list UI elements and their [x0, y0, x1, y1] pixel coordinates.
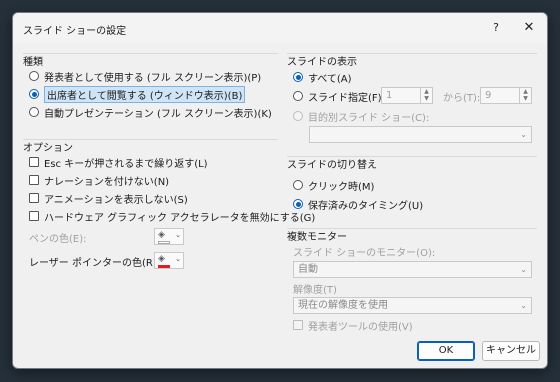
resolution-dropdown[interactable]: 現在の解像度を使用 ⌄ [293, 297, 532, 314]
monitor-value: 自動 [298, 264, 318, 275]
pen-color-swatch [158, 241, 170, 244]
chevron-down-icon: ⌄ [520, 265, 527, 274]
monitors-group: 複数モニター スライド ショーのモニター(O): 自動 ⌄ 解像度(T) 現在の… [287, 228, 537, 333]
type-presenter-label: 発表者として使用する (フル スクリーン表示)(P) [44, 72, 262, 84]
loop-checkbox[interactable] [29, 157, 39, 167]
from-slide-value: 1 [386, 90, 393, 101]
resolution-label: 解像度(T) [293, 284, 337, 296]
advance-slides-title: スライドの切り替え [287, 160, 377, 171]
options-group-title: オプション [23, 143, 73, 154]
monitor-label: スライド ショーのモニター(O): [293, 247, 436, 259]
option-no-narration[interactable]: ナレーションを付けない(N) [29, 172, 169, 188]
type-option-kiosk[interactable]: 自動プレゼンテーション (フル スクリーン表示)(K) [29, 104, 272, 120]
options-group: オプション Esc キーが押されるまで繰り返す(L) ナレーションを付けない(N… [23, 139, 315, 280]
chevron-down-icon: ⌄ [520, 130, 527, 139]
show-slides-group: スライドの表示 すべて(A) スライド指定(F): 1 ▲ ▼ から(T): 9 … [287, 53, 537, 149]
type-kiosk-radio[interactable] [29, 107, 39, 117]
type-group-title: 種類 [23, 57, 43, 68]
slide-show-settings-dialog: スライド ショーの設定 ? ✕ 種類 発表者として使用する (フル スクリーン表… [12, 12, 548, 369]
no-animation-checkbox[interactable] [29, 193, 39, 203]
monitors-title: 複数モニター [287, 232, 347, 243]
laser-color-button[interactable]: ◈ ⌄ [154, 252, 184, 269]
disable-hw-accel-label: ハードウェア グラフィック アクセラレータを無効にする(G) [44, 212, 316, 224]
custom-show-label: 目的別スライド ショー(C): [308, 112, 430, 124]
resolution-label-row: 解像度(T) [293, 280, 337, 296]
custom-show-option[interactable]: 目的別スライド ショー(C): [293, 108, 429, 124]
from-slide-spinner[interactable]: 1 ▲ ▼ [381, 87, 433, 104]
laser-color-label: レーザー ポインターの色(R): [29, 257, 161, 269]
title-bar: スライド ショーの設定 ? ✕ [13, 13, 547, 43]
to-slide-value: 9 [485, 90, 492, 101]
dialog-title: スライド ショーの設定 [23, 26, 127, 37]
pen-color-row: ペンの色(E): [29, 229, 87, 245]
show-range-radio[interactable] [293, 91, 303, 101]
type-attendee-radio[interactable] [29, 89, 39, 99]
chevron-down-icon: ⌄ [520, 301, 527, 310]
cancel-button[interactable]: キャンセル [482, 341, 540, 361]
no-narration-checkbox[interactable] [29, 175, 39, 185]
show-range-option[interactable]: スライド指定(F): [293, 88, 385, 104]
loop-label: Esc キーが押されるまで繰り返す(L) [44, 158, 208, 170]
type-option-attendee[interactable]: 出席者として閲覧する (ウィンドウ表示)(B) [29, 85, 246, 103]
show-all-label: すべて(A) [308, 73, 352, 85]
no-narration-label: ナレーションを付けない(N) [44, 176, 170, 188]
advance-timings-label: 保存済みのタイミング(U) [308, 200, 424, 212]
chevron-down-icon: ⌄ [175, 231, 181, 239]
show-all-option[interactable]: すべて(A) [293, 69, 352, 85]
monitor-dropdown[interactable]: 自動 ⌄ [293, 261, 532, 278]
help-button[interactable]: ? [485, 18, 507, 38]
advance-manual-option[interactable]: クリック時(M) [293, 177, 374, 193]
advance-manual-label: クリック時(M) [308, 181, 375, 193]
type-option-presenter[interactable]: 発表者として使用する (フル スクリーン表示)(P) [29, 68, 261, 84]
pen-color-button[interactable]: ◈ ⌄ [154, 228, 184, 245]
custom-show-radio[interactable] [293, 111, 303, 121]
type-attendee-label: 出席者として閲覧する (ウィンドウ表示)(B) [44, 85, 246, 103]
show-slides-title: スライドの表示 [287, 57, 357, 68]
presenter-view-checkbox[interactable] [293, 320, 303, 330]
custom-show-dropdown[interactable]: ⌄ [309, 126, 532, 143]
type-group: 種類 発表者として使用する (フル スクリーン表示)(P) 出席者として閲覧する… [23, 53, 278, 132]
show-range-label: スライド指定(F): [308, 92, 385, 104]
presenter-view-option[interactable]: 発表者ツールの使用(V) [293, 317, 413, 333]
type-kiosk-label: 自動プレゼンテーション (フル スクリーン表示)(K) [44, 108, 272, 120]
monitor-label-row: スライド ショーのモニター(O): [293, 243, 435, 259]
to-label: から(T): [443, 92, 481, 104]
advance-timings-option[interactable]: 保存済みのタイミング(U) [293, 196, 423, 212]
spinner-arrows-icon[interactable]: ▲ ▼ [519, 88, 531, 103]
disable-hw-accel-checkbox[interactable] [29, 211, 39, 221]
paint-bucket-icon: ◈ [158, 254, 165, 264]
advance-timings-radio[interactable] [293, 199, 303, 209]
pen-color-label: ペンの色(E): [29, 233, 87, 245]
option-no-animation[interactable]: アニメーションを表示しない(S) [29, 190, 188, 206]
chevron-down-icon: ⌄ [175, 255, 181, 263]
spinner-arrows-icon[interactable]: ▲ ▼ [420, 88, 432, 103]
type-presenter-radio[interactable] [29, 71, 39, 81]
close-button[interactable]: ✕ [518, 18, 540, 38]
laser-color-swatch [158, 265, 170, 268]
ok-button[interactable]: OK [417, 341, 475, 361]
no-animation-label: アニメーションを表示しない(S) [44, 194, 188, 206]
to-slide-spinner[interactable]: 9 ▲ ▼ [480, 87, 532, 104]
option-loop[interactable]: Esc キーが押されるまで繰り返す(L) [29, 154, 208, 170]
laser-color-row: レーザー ポインターの色(R): [29, 253, 160, 269]
option-disable-hw-accel[interactable]: ハードウェア グラフィック アクセラレータを無効にする(G) [29, 208, 315, 224]
paint-bucket-icon: ◈ [158, 230, 165, 240]
show-all-radio[interactable] [293, 72, 303, 82]
advance-manual-radio[interactable] [293, 180, 303, 190]
resolution-value: 現在の解像度を使用 [298, 300, 388, 311]
advance-slides-group: スライドの切り替え クリック時(M) 保存済みのタイミング(U) [287, 156, 537, 219]
presenter-view-label: 発表者ツールの使用(V) [308, 321, 413, 333]
to-label-row: から(T): [443, 88, 480, 104]
